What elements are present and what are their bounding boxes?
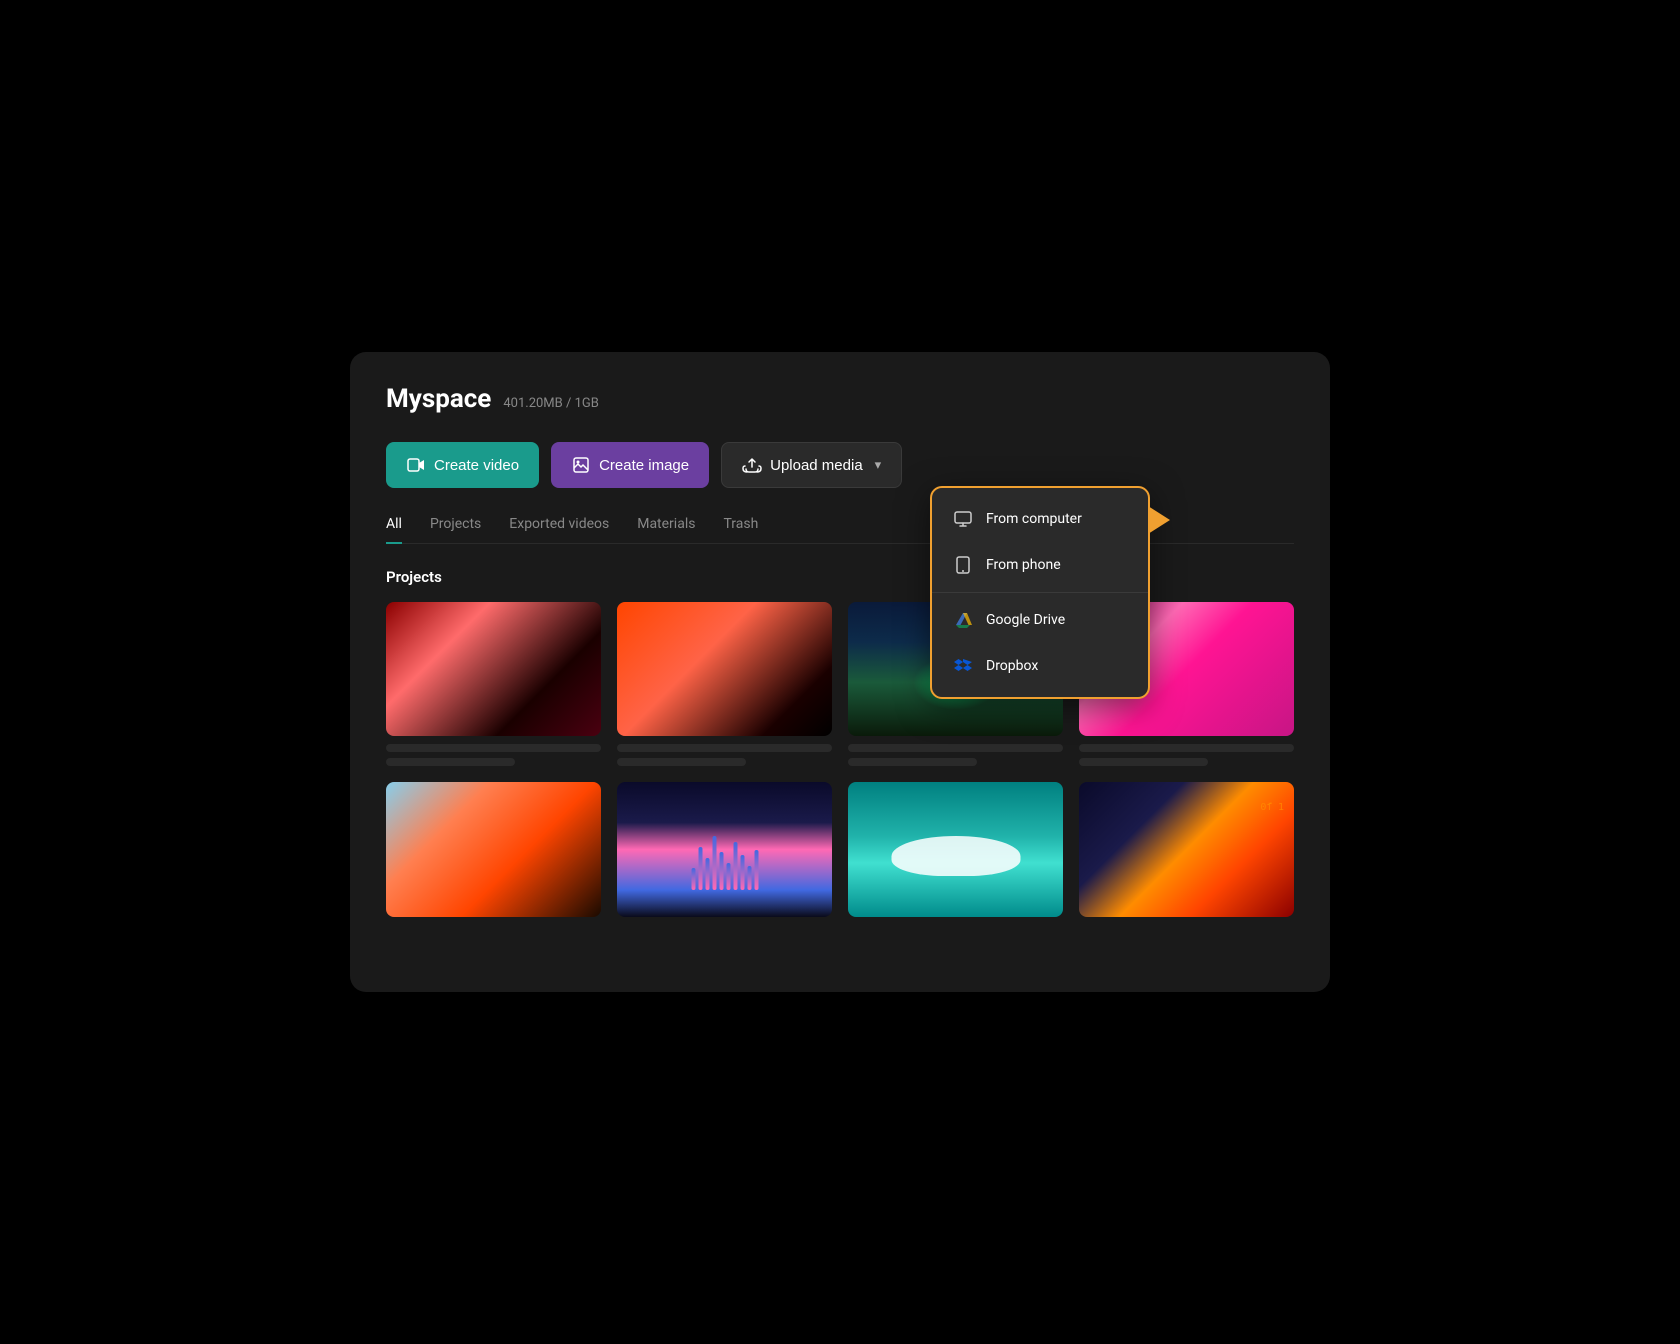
image-icon: [571, 455, 591, 475]
bar: [691, 868, 695, 890]
music-visualization: [691, 836, 758, 890]
from-computer-label: From computer: [986, 511, 1082, 527]
item-meta: [848, 744, 1063, 766]
list-item: [617, 602, 832, 766]
upload-media-button[interactable]: Upload media ▾: [721, 442, 902, 488]
skeleton-line: [617, 744, 832, 752]
bar: [747, 866, 751, 890]
thumbnail[interactable]: [1079, 782, 1294, 916]
upload-icon: [742, 455, 762, 475]
list-item: [386, 782, 601, 916]
bar: [726, 863, 730, 890]
cursor-arrow-icon: [1148, 506, 1170, 534]
header: Myspace 401.20MB / 1GB: [386, 384, 1294, 414]
projects-grid: [386, 602, 1294, 917]
create-video-button[interactable]: Create video: [386, 442, 539, 488]
item-meta: [1079, 744, 1294, 766]
monitor-icon: [952, 508, 974, 530]
google-drive-icon: [952, 609, 974, 631]
bar: [740, 855, 744, 890]
storage-info: 401.20MB / 1GB: [503, 396, 598, 411]
thumbnail[interactable]: [617, 602, 832, 736]
dropbox-label: Dropbox: [986, 658, 1038, 674]
skeleton-line: [1079, 758, 1208, 766]
from-phone-label: From phone: [986, 557, 1061, 573]
dropdown-from-phone[interactable]: From phone: [932, 542, 1148, 588]
tab-exported-videos[interactable]: Exported videos: [509, 516, 609, 544]
action-bar: Create video Create image: [386, 442, 1294, 488]
bar: [705, 858, 709, 890]
app-title: Myspace: [386, 384, 491, 414]
tab-projects[interactable]: Projects: [430, 516, 481, 544]
list-item: [386, 602, 601, 766]
tab-trash[interactable]: Trash: [723, 516, 758, 544]
astronaut-figure: [891, 836, 1020, 876]
dropdown-dropbox[interactable]: Dropbox: [932, 643, 1148, 689]
bar: [719, 852, 723, 890]
bar: [712, 836, 716, 890]
create-image-button[interactable]: Create image: [551, 442, 709, 488]
dropdown-google-drive[interactable]: Google Drive: [932, 597, 1148, 643]
list-item: [617, 782, 832, 916]
skeleton-line: [848, 758, 977, 766]
projects-section-title: Projects: [386, 568, 1294, 586]
skeleton-line: [386, 744, 601, 752]
google-drive-label: Google Drive: [986, 612, 1065, 628]
skeleton-line: [386, 758, 515, 766]
app-window: Myspace 401.20MB / 1GB Create video Cre: [350, 352, 1330, 992]
item-meta: [617, 744, 832, 766]
skeleton-line: [848, 744, 1063, 752]
chevron-down-icon: ▾: [875, 457, 882, 473]
thumbnail[interactable]: [848, 782, 1063, 916]
dropdown-from-computer[interactable]: From computer: [932, 496, 1148, 542]
dropbox-icon: [952, 655, 974, 677]
video-icon: [406, 455, 426, 475]
item-meta: [386, 744, 601, 766]
tab-all[interactable]: All: [386, 516, 402, 544]
smartphone-icon: [952, 554, 974, 576]
list-item: [1079, 782, 1294, 916]
tab-materials[interactable]: Materials: [637, 516, 695, 544]
thumbnail[interactable]: [386, 602, 601, 736]
divider: [932, 592, 1148, 593]
skeleton-line: [1079, 744, 1294, 752]
list-item: [848, 782, 1063, 916]
bar: [733, 842, 737, 890]
bar: [698, 847, 702, 890]
skeleton-line: [617, 758, 746, 766]
thumbnail[interactable]: [386, 782, 601, 916]
bar: [754, 850, 758, 890]
upload-dropdown: From computer From phone Google Drive: [930, 486, 1150, 699]
thumbnail[interactable]: [617, 782, 832, 916]
